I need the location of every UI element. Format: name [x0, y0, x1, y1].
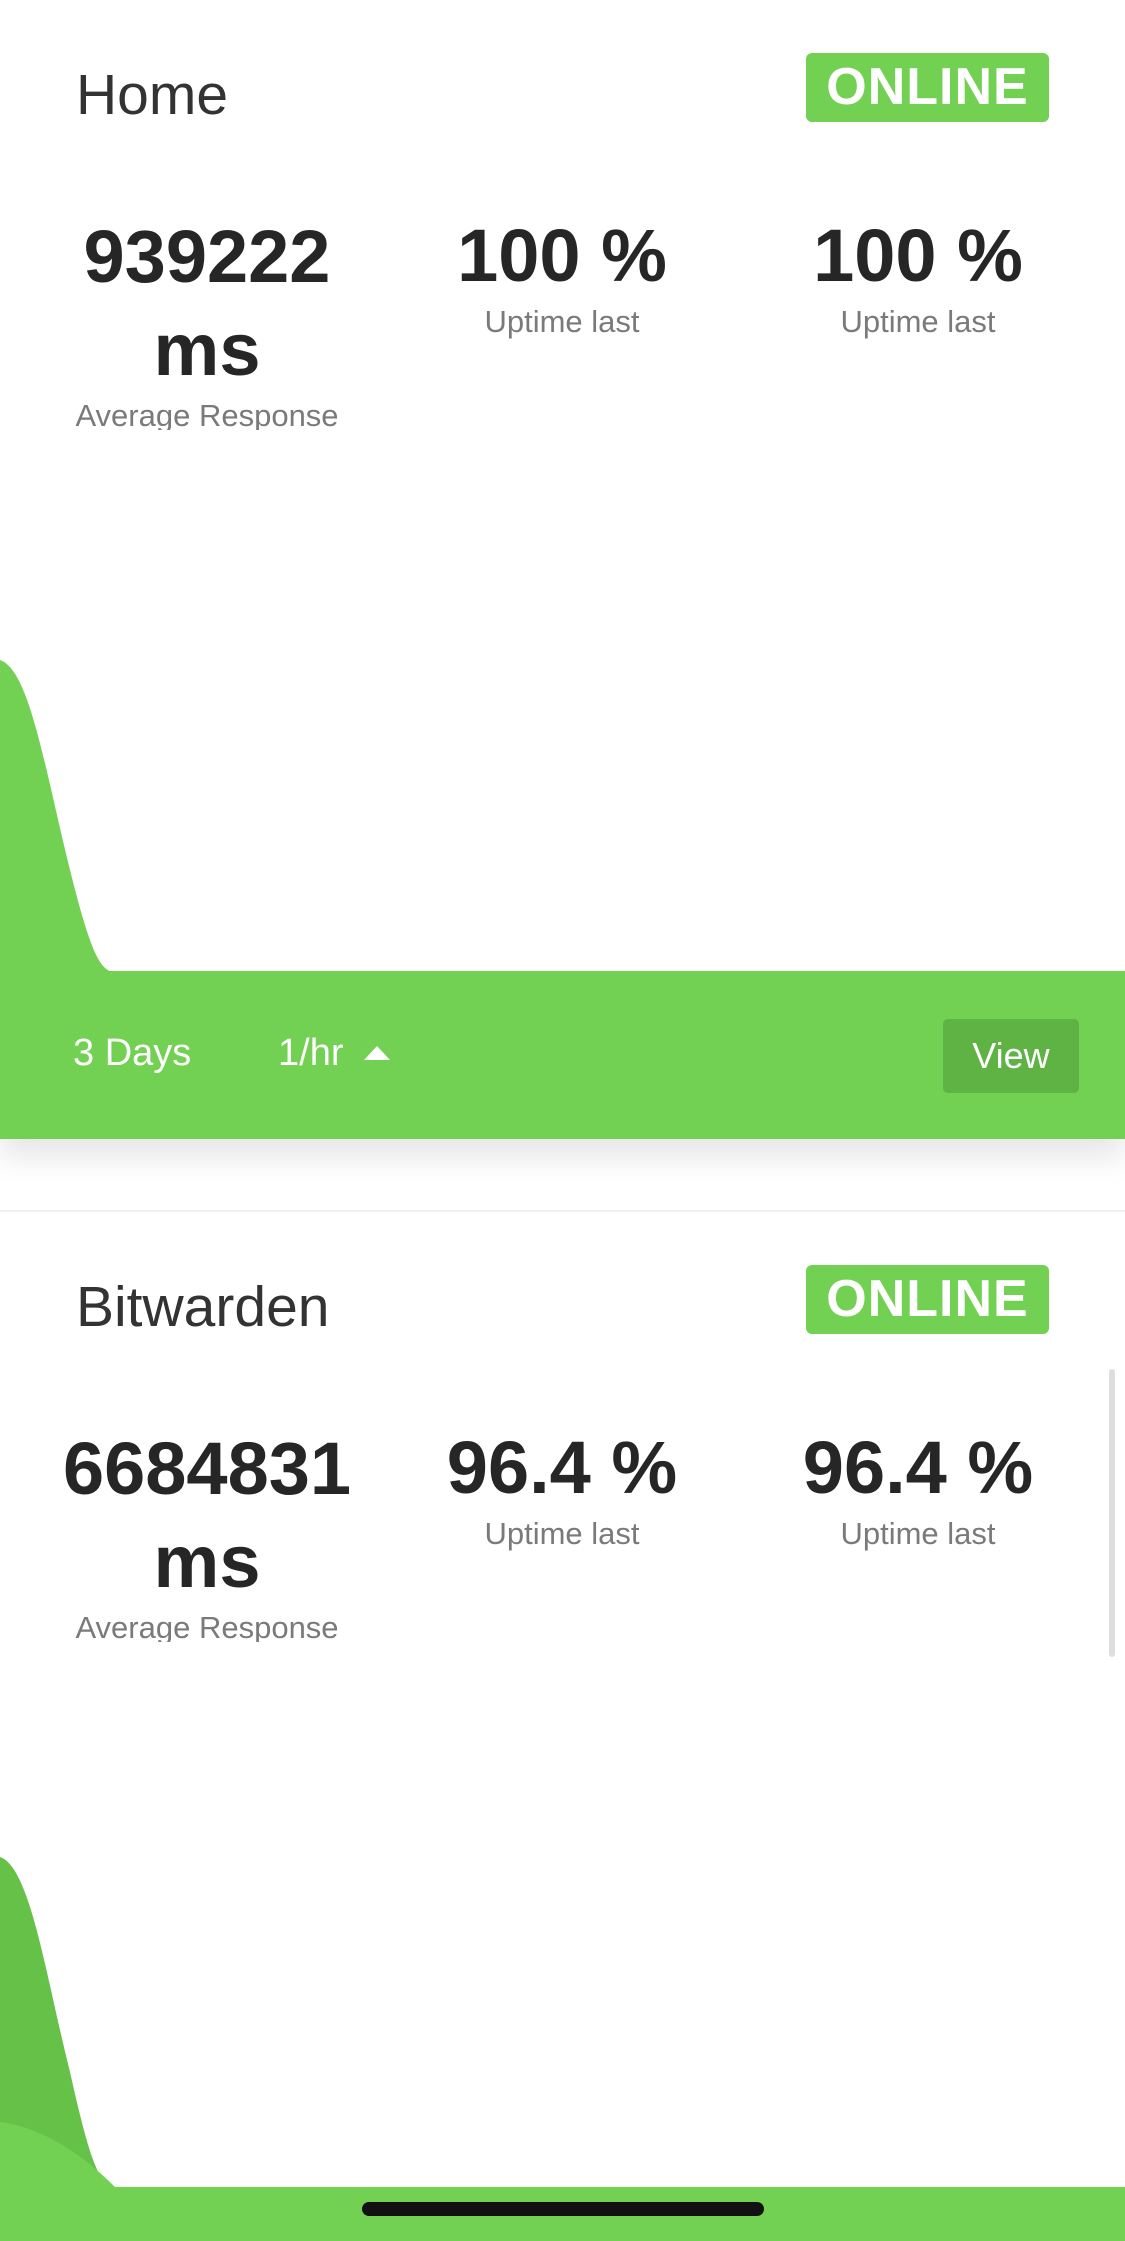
stat-average-response: 939222 ms Average Response [17, 210, 397, 430]
response-time-chart [0, 1857, 115, 2187]
avg-response-unit: ms [153, 1520, 261, 1603]
avg-response-label: Average Response [75, 398, 339, 430]
caret-up-icon[interactable] [364, 1046, 390, 1060]
monitor-card-bitwarden[interactable]: Bitwarden ONLINE 6684831 ms Average Resp… [0, 1210, 1125, 2241]
avg-response-value: 6684831 [62, 1427, 352, 1510]
avg-response-label: Average Response [75, 1610, 339, 1642]
uptime-value: 96.4 % [446, 1426, 678, 1509]
status-badge: ONLINE [806, 53, 1049, 122]
stat-uptime-1: 96.4 % Uptime last [382, 1422, 742, 1554]
monitor-title: Bitwarden [76, 1275, 330, 1339]
uptime-label: Uptime last [484, 304, 640, 339]
uptime-label: Uptime last [484, 1516, 640, 1551]
range-selector[interactable]: 3 Days [73, 1023, 191, 1083]
stat-uptime-2: 96.4 % Uptime last [738, 1422, 1098, 1554]
status-badge: ONLINE [806, 1265, 1049, 1334]
avg-response-unit: ms [153, 308, 261, 391]
monitor-card-home[interactable]: Home ONLINE 939222 ms Average Response 1… [0, 0, 1125, 1139]
monitor-footer: 3 Days 1/hr View [0, 971, 1125, 1139]
stat-uptime-2: 100 % Uptime last [738, 210, 1098, 342]
uptime-value: 96.4 % [802, 1426, 1034, 1509]
response-area [0, 660, 115, 972]
uptime-value: 100 % [813, 214, 1023, 297]
stat-uptime-1: 100 % Uptime last [382, 210, 742, 342]
stat-average-response: 6684831 ms Average Response [17, 1422, 397, 1642]
interval-selector[interactable]: 1/hr [278, 1023, 343, 1083]
home-indicator[interactable] [362, 2202, 764, 2216]
view-button[interactable]: View [943, 1019, 1079, 1093]
response-time-chart [0, 660, 115, 972]
avg-response-value: 939222 [83, 215, 331, 298]
uptime-value: 100 % [457, 214, 667, 297]
app-screen: Home ONLINE 939222 ms Average Response 1… [0, 0, 1125, 2241]
uptime-label: Uptime last [840, 304, 996, 339]
scrollbar[interactable] [1109, 1369, 1115, 1657]
uptime-label: Uptime last [840, 1516, 996, 1551]
monitor-title: Home [76, 63, 229, 127]
